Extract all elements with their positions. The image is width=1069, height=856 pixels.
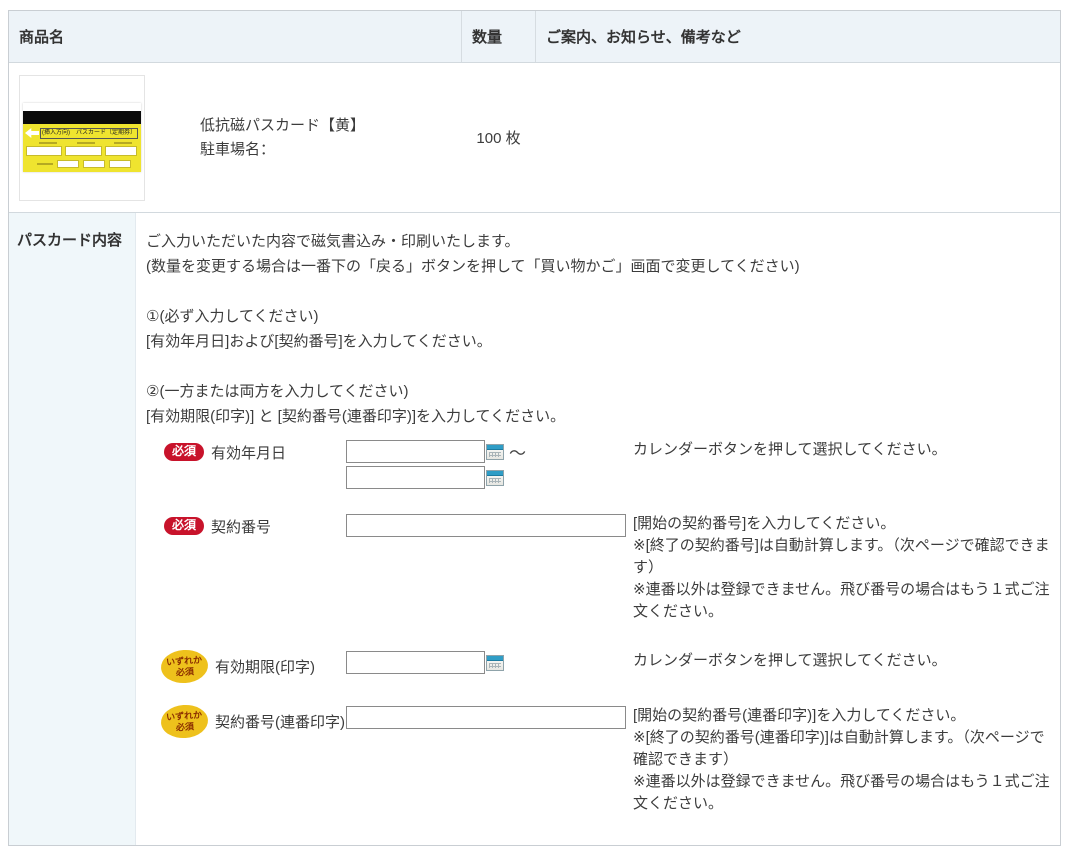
valid-date-end-line	[346, 465, 633, 490]
valid-date-inputs: ～	[346, 439, 633, 491]
intro-line: ②(一方または両方を入力してください)	[146, 379, 1050, 404]
calendar-icon-end[interactable]	[486, 470, 504, 486]
product-name: 低抗磁パスカード【黄】	[200, 114, 365, 138]
card-insert-arrow-icon	[25, 128, 39, 138]
col-header-info: ご案内、お知らせ、備考など	[536, 11, 1060, 62]
note-line: [開始の契約番号(連番印字)]を入力してください。	[633, 705, 1050, 727]
intro-text: ご入力いただいた内容で磁気書込み・印刷いたします。 (数量を変更する場合は一番下…	[146, 229, 1050, 429]
valid-date-label: 有効年月日	[211, 442, 286, 463]
valid-date-start-line: ～	[346, 439, 633, 464]
intro-line: (数量を変更する場合は一番下の「戻る」ボタンを押して「買い物かご」画面で変更して…	[146, 254, 1050, 279]
contract-number-label-group: 必須 契約番号	[161, 513, 346, 539]
required-badge: 必須	[164, 443, 204, 461]
card-field-boxes	[25, 146, 138, 156]
valid-date-start-input[interactable]	[346, 440, 485, 463]
card-yellow-body: (挿入方向) パスカード〔定期券〕	[23, 124, 141, 172]
table-header-row: 商品名 数量 ご案内、お知らせ、備考など	[9, 11, 1060, 63]
contract-number-label: 契約番号	[211, 516, 271, 537]
section-label: パスカード内容	[9, 213, 136, 845]
product-text: 低抗磁パスカード【黄】 駐車場名：	[200, 114, 365, 162]
valid-date-label-group: 必須 有効年月日	[161, 439, 346, 465]
calendar-icon-start[interactable]	[486, 444, 504, 460]
range-tilde: ～	[509, 439, 526, 464]
col-header-product: 商品名	[9, 11, 461, 62]
section-content: ご入力いただいた内容で磁気書込み・印刷いたします。 (数量を変更する場合は一番下…	[136, 213, 1060, 845]
valid-date-note: カレンダーボタンを押して選択してください。	[633, 439, 1050, 461]
contract-number-input-line	[346, 513, 633, 538]
either-required-badge: いずれか 必須	[160, 703, 209, 739]
col-header-quantity: 数量	[461, 11, 536, 62]
expiry-print-note: カレンダーボタンを押して選択してください。	[633, 650, 1050, 672]
contract-number-print-label-group: いずれか 必須 契約番号(連番印字)	[161, 705, 346, 738]
card-title-row: (挿入方向) パスカード〔定期券〕	[25, 127, 138, 139]
card-title: (挿入方向) パスカード〔定期券〕	[40, 128, 138, 139]
required-badge: 必須	[164, 517, 204, 535]
intro-line: [有効期限(印字)] と [契約番号(連番印字)]を入力してください。	[146, 404, 1050, 429]
expiry-print-label: 有効期限(印字)	[215, 656, 315, 677]
card-top-margin	[23, 103, 141, 111]
passcard-form: 必須 有効年月日 ～	[161, 439, 1050, 815]
card-magnetic-stripe	[23, 111, 141, 124]
passcard-section: パスカード内容 ご入力いただいた内容で磁気書込み・印刷いたします。 (数量を変更…	[9, 213, 1060, 845]
product-quantity: 100 枚	[461, 63, 536, 212]
product-info-cell	[536, 63, 1060, 212]
form-row-valid-date: 必須 有効年月日 ～	[161, 439, 1050, 491]
contract-number-print-input[interactable]	[346, 706, 626, 729]
note-line: [開始の契約番号]を入力してください。	[633, 513, 1050, 535]
either-badge-line2: 必須	[176, 721, 195, 733]
order-detail-table: 商品名 数量 ご案内、お知らせ、備考など (挿入方向) パスカード〔定期券〕	[8, 10, 1061, 846]
intro-line: [有効年月日]および[契約番号]を入力してください。	[146, 329, 1050, 354]
note-line: ※[終了の契約番号]は自動計算します。（次ページで確認できます）	[633, 535, 1050, 579]
intro-line: ご入力いただいた内容で磁気書込み・印刷いたします。	[146, 229, 1050, 254]
note-line: カレンダーボタンを押して選択してください。	[633, 650, 1050, 672]
product-image: (挿入方向) パスカード〔定期券〕	[19, 75, 145, 201]
expiry-print-label-group: いずれか 必須 有効期限(印字)	[161, 650, 346, 683]
form-row-contract-number: 必須 契約番号 [開始の契約番号]を入力してください。 ※[終了の契約番号]は自…	[161, 513, 1050, 623]
calendar-icon-expiry[interactable]	[486, 655, 504, 671]
contract-number-input[interactable]	[346, 514, 626, 537]
card-field-labels	[25, 139, 138, 146]
note-line: カレンダーボタンを押して選択してください。	[633, 439, 1050, 461]
either-required-badge: いずれか 必須	[160, 648, 209, 684]
expiry-print-input-line	[346, 650, 633, 675]
contract-number-print-label: 契約番号(連番印字)	[215, 711, 345, 732]
expiry-print-input[interactable]	[346, 651, 485, 674]
note-line: ※[終了の契約番号(連番印字)]は自動計算します。（次ページで確認できます）	[633, 727, 1050, 771]
form-row-contract-number-print: いずれか 必須 契約番号(連番印字) [開始の契約番号(連番印字)]を入力してく…	[161, 705, 1050, 815]
note-line: ※連番以外は登録できません。飛び番号の場合はもう１式ご注文ください。	[633, 579, 1050, 623]
valid-date-end-input[interactable]	[346, 466, 485, 489]
intro-line	[146, 354, 1050, 379]
form-row-expiry-print: いずれか 必須 有効期限(印字) カレンダーボタンを押して選択してください。	[161, 650, 1050, 683]
pass-card-thumbnail: (挿入方向) パスカード〔定期券〕	[23, 103, 141, 172]
intro-line: ①(必ず入力してください)	[146, 304, 1050, 329]
note-line: ※連番以外は登録できません。飛び番号の場合はもう１式ご注文ください。	[633, 771, 1050, 815]
product-parking-label: 駐車場名：	[200, 138, 365, 162]
product-cell: (挿入方向) パスカード〔定期券〕 低抗磁パスカード【黄】 駐車場名：	[9, 63, 461, 212]
contract-number-print-input-line	[346, 705, 633, 730]
contract-number-print-note: [開始の契約番号(連番印字)]を入力してください。 ※[終了の契約番号(連番印字…	[633, 705, 1050, 815]
contract-number-note: [開始の契約番号]を入力してください。 ※[終了の契約番号]は自動計算します。（…	[633, 513, 1050, 623]
either-badge-line2: 必須	[176, 666, 195, 678]
product-row: (挿入方向) パスカード〔定期券〕 低抗磁パスカード【黄】 駐車場名： 100 …	[9, 63, 1060, 213]
intro-line	[146, 279, 1050, 304]
card-bottom-row	[25, 156, 138, 168]
